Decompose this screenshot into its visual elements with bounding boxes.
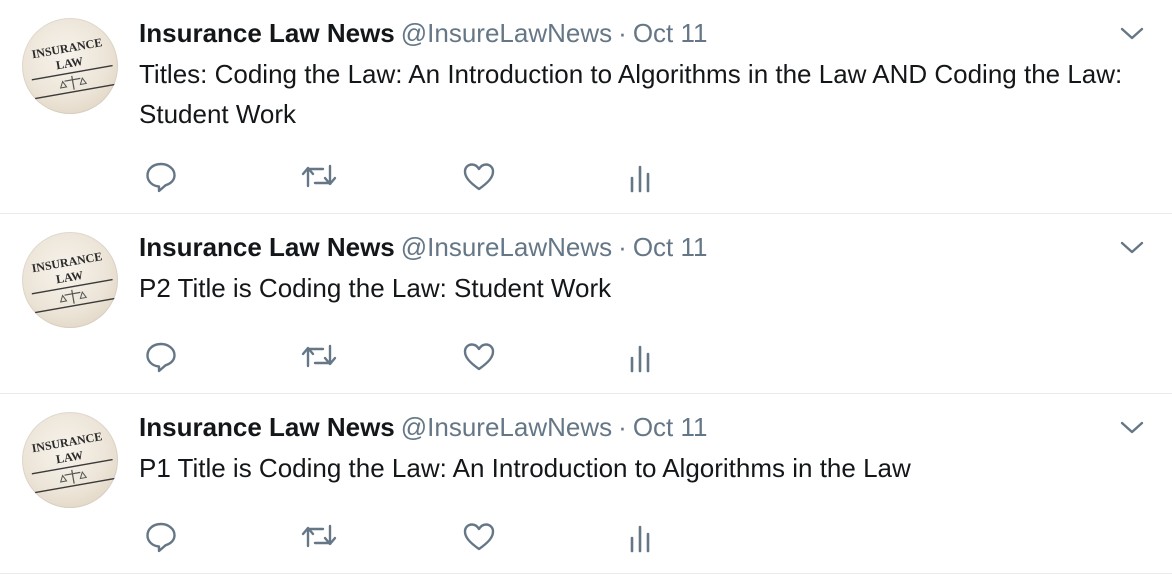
tweet-header: Insurance Law News @InsureLawNews · Oct 11 bbox=[139, 410, 707, 444]
tweet-actions bbox=[139, 158, 679, 194]
reply-icon[interactable] bbox=[143, 158, 183, 194]
avatar[interactable]: INSURANCE LAW bbox=[22, 412, 118, 508]
tweet[interactable]: INSURANCE LAW Insurance Law News @InsureL… bbox=[0, 214, 1172, 394]
chevron-down-icon[interactable] bbox=[1118, 22, 1146, 44]
avatar[interactable]: INSURANCE LAW bbox=[22, 18, 118, 114]
author-name[interactable]: Insurance Law News bbox=[139, 232, 395, 262]
analytics-icon[interactable] bbox=[623, 518, 663, 554]
reply-icon[interactable] bbox=[143, 338, 183, 374]
separator: · bbox=[618, 232, 627, 262]
tweet-header: Insurance Law News @InsureLawNews · Oct 11 bbox=[139, 16, 707, 50]
timestamp[interactable]: Oct 11 bbox=[633, 232, 708, 262]
tweet-text: P1 Title is Coding the Law: An Introduct… bbox=[139, 453, 911, 483]
tweet-actions bbox=[139, 338, 679, 374]
tweet[interactable]: INSURANCE LAW Insurance Law News @InsureL… bbox=[0, 0, 1172, 214]
timestamp[interactable]: Oct 11 bbox=[633, 18, 708, 48]
tweet-text: P2 Title is Coding the Law: Student Work bbox=[139, 273, 612, 303]
insurance-law-logo: INSURANCE LAW bbox=[31, 35, 116, 100]
tweet-header: Insurance Law News @InsureLawNews · Oct 11 bbox=[139, 230, 707, 264]
heart-icon[interactable] bbox=[461, 518, 501, 554]
heart-icon[interactable] bbox=[461, 338, 501, 374]
chevron-down-icon[interactable] bbox=[1118, 236, 1146, 258]
tweet-actions bbox=[139, 518, 679, 554]
tweet-feed: INSURANCE LAW Insurance Law News @InsureL… bbox=[0, 0, 1172, 574]
reply-icon[interactable] bbox=[143, 518, 183, 554]
avatar[interactable]: INSURANCE LAW bbox=[22, 232, 118, 328]
retweet-icon[interactable] bbox=[299, 518, 339, 554]
retweet-icon[interactable] bbox=[299, 338, 339, 374]
author-name[interactable]: Insurance Law News bbox=[139, 412, 395, 442]
author-handle[interactable]: @InsureLawNews bbox=[401, 412, 612, 442]
separator: · bbox=[618, 18, 627, 48]
insurance-law-logo: INSURANCE LAW bbox=[31, 249, 116, 314]
tweet-text: Titles: Coding the Law: An Introduction … bbox=[139, 59, 1123, 129]
chevron-down-icon[interactable] bbox=[1118, 416, 1146, 438]
author-name[interactable]: Insurance Law News bbox=[139, 18, 395, 48]
insurance-law-logo: INSURANCE LAW bbox=[31, 429, 116, 494]
retweet-icon[interactable] bbox=[299, 158, 339, 194]
heart-icon[interactable] bbox=[461, 158, 501, 194]
author-handle[interactable]: @InsureLawNews bbox=[401, 18, 612, 48]
timestamp[interactable]: Oct 11 bbox=[633, 412, 708, 442]
analytics-icon[interactable] bbox=[623, 158, 663, 194]
tweet[interactable]: INSURANCE LAW Insurance Law News @InsureL… bbox=[0, 394, 1172, 574]
author-handle[interactable]: @InsureLawNews bbox=[401, 232, 612, 262]
separator: · bbox=[618, 412, 627, 442]
analytics-icon[interactable] bbox=[623, 338, 663, 374]
